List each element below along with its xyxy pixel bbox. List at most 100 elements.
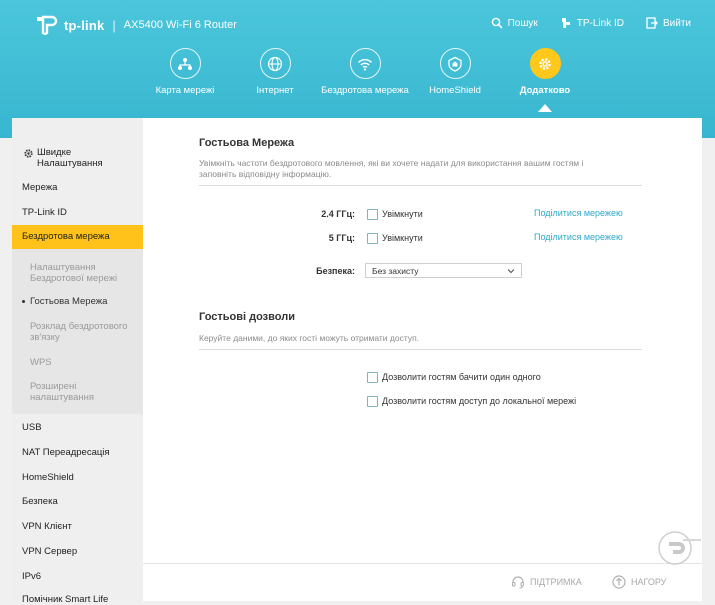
sidebar-item-quick-setup[interactable]: Швидке Налаштування (12, 147, 143, 169)
subitem-advanced-settings[interactable]: Розширені налаштування (30, 381, 138, 403)
divider (199, 185, 642, 186)
band-24-enable-label: Увімкнути (382, 209, 423, 219)
sidebar-item-security[interactable]: Безпека (12, 496, 143, 507)
subitem-label: Налаштування Бездротової мережі (30, 262, 118, 284)
brand-name: tp-link (64, 17, 105, 33)
logout-button[interactable]: Вийти (646, 17, 691, 29)
band-5-enable-label: Увімкнути (382, 233, 423, 243)
gear-icon (529, 48, 561, 79)
band-24-enable-checkbox[interactable] (367, 209, 378, 220)
sidebar-item-label: Бездротова мережа (22, 231, 110, 242)
sidebar-item-label: VPN Сервер (22, 546, 78, 557)
security-label: Безпека: (316, 266, 355, 276)
support-label: ПІДТРИМКА (530, 577, 582, 587)
band-5-label: 5 ГГц: (328, 233, 355, 243)
active-dot (22, 300, 25, 303)
back-to-top-button[interactable]: НАГОРУ (612, 575, 666, 589)
allow-local-access-label: Дозволити гостям доступ до локальної мер… (382, 396, 577, 406)
router-model: AX5400 Wi-Fi 6 Router (123, 19, 237, 31)
subitem-label: Гостьова Мережа (30, 296, 108, 307)
sidebar-item-network[interactable]: Мережа (12, 182, 143, 193)
headset-icon (511, 576, 525, 589)
band-5-enable-checkbox[interactable] (367, 233, 378, 244)
subitem-wireless-schedule[interactable]: Розклад бездротового зв'язку (30, 321, 138, 343)
guest-network-title: Гостьова Мережа (199, 137, 295, 149)
network-map-icon (169, 48, 201, 79)
subitem-wireless-settings[interactable]: Налаштування Бездротової мережі (30, 262, 138, 284)
wifi-icon (349, 48, 381, 79)
logout-label: Вийти (662, 17, 691, 29)
subitem-wps[interactable]: WPS (30, 357, 138, 368)
sidebar-item-label: Мережа (22, 182, 58, 193)
sidebar-item-vpn-client[interactable]: VPN Клієнт (12, 521, 143, 532)
nav-homeshield[interactable]: HomeShield (410, 48, 500, 96)
sidebar-item-label: TP-Link ID (22, 207, 67, 218)
home-shield-icon (439, 48, 471, 79)
band-24-share-link[interactable]: Поділитися мережею (534, 208, 623, 218)
sidebar-item-nat[interactable]: NAT Переадресація (12, 447, 143, 458)
sidebar-item-usb[interactable]: USB (12, 422, 143, 433)
tplink-id-label: TP-Link ID (576, 17, 624, 29)
logout-icon (646, 17, 658, 29)
search-icon (491, 17, 503, 29)
tplink-logo-icon (34, 13, 58, 37)
divider (199, 349, 642, 350)
security-select[interactable]: Без захисту (365, 263, 522, 278)
band-24-label: 2.4 ГГц: (321, 209, 355, 219)
support-button[interactable]: ПІДТРИМКА (511, 575, 582, 589)
back-to-top-label: НАГОРУ (631, 577, 667, 587)
tplink-logo[interactable]: tp-link | AX5400 Wi-Fi 6 Router (34, 13, 237, 37)
allow-see-each-other-label: Дозволити гостям бачити один одного (382, 372, 541, 382)
nav-label: Додатково (519, 85, 571, 96)
allow-local-access-checkbox[interactable] (367, 396, 378, 407)
sidebar-item-homeshield[interactable]: HomeShield (12, 472, 143, 483)
sidebar-item-label: Безпека (22, 496, 58, 507)
search-button[interactable]: Пошук (491, 17, 538, 29)
security-select-value: Без захисту (372, 266, 419, 276)
chevron-down-icon (507, 269, 515, 274)
nav-network-map[interactable]: Карта мережі (140, 48, 230, 96)
search-label: Пошук (507, 17, 538, 29)
wireless-submenu: Налаштування Бездротової мережі Гостьова… (12, 249, 143, 414)
content: Гостьова Мережа Увімкніть частоти бездро… (143, 118, 702, 600)
nav-label: Інтернет (256, 85, 294, 96)
sidebar-item-vpn-server[interactable]: VPN Сервер (12, 546, 143, 557)
sidebar-item-label: VPN Клієнт (22, 521, 72, 532)
sidebar-item-label: IPv6 (22, 571, 42, 582)
tplink-id-button[interactable]: TP-Link ID (560, 17, 624, 29)
guest-permissions-title: Гостьові дозволи (199, 311, 295, 323)
nav-label: HomeShield (429, 85, 481, 96)
active-nav-pointer (538, 104, 552, 112)
nav-advanced[interactable]: Додатково (500, 48, 590, 112)
guest-permissions-desc: Керуйте даними, до яких гості можуть отр… (199, 333, 420, 343)
quick-setup-icon (24, 149, 33, 158)
arrow-up-circle-icon (612, 575, 626, 589)
guest-network-desc: Увімкніть частоти бездротового мовлення,… (199, 158, 584, 179)
subitem-label: WPS (30, 357, 52, 368)
nav-internet[interactable]: Інтернет (230, 48, 320, 96)
globe-icon (259, 48, 291, 79)
main-nav: Карта мережі Інтернет Бездротова мережа … (140, 48, 590, 112)
subitem-label: Розширені налаштування (30, 381, 95, 403)
nav-label: Бездротова мережа (321, 85, 409, 96)
top-actions: Пошук TP-Link ID Вийти (491, 17, 691, 29)
subitem-label: Розклад бездротового зв'язку (30, 321, 128, 343)
tplink-id-icon (561, 18, 570, 28)
main-panel: Швидке Налаштування Мережа TP-Link ID Бе… (12, 118, 702, 605)
sidebar-item-label: Швидке Налаштування (37, 147, 103, 169)
band-5-share-link[interactable]: Поділитися мережею (534, 232, 623, 242)
allow-see-each-other-checkbox[interactable] (367, 372, 378, 383)
nav-wireless[interactable]: Бездротова мережа (320, 48, 410, 96)
sidebar-item-label: USB (22, 422, 42, 433)
brand-separator: | (112, 17, 116, 33)
footer: ПІДТРИМКА НАГОРУ (143, 563, 702, 601)
nav-label: Карта мережі (155, 85, 215, 96)
watermark-logo (658, 531, 701, 565)
subitem-guest-network[interactable]: Гостьова Мережа (22, 296, 138, 307)
sidebar-item-label: HomeShield (22, 472, 74, 483)
sidebar: Швидке Налаштування Мережа TP-Link ID Бе… (12, 118, 143, 605)
sidebar-item-wireless[interactable]: Бездротова мережа (12, 225, 143, 249)
sidebar-item-ipv6[interactable]: IPv6 (12, 571, 143, 582)
sidebar-item-tplink-id[interactable]: TP-Link ID (12, 207, 143, 218)
sidebar-item-label: NAT Переадресація (22, 447, 110, 458)
